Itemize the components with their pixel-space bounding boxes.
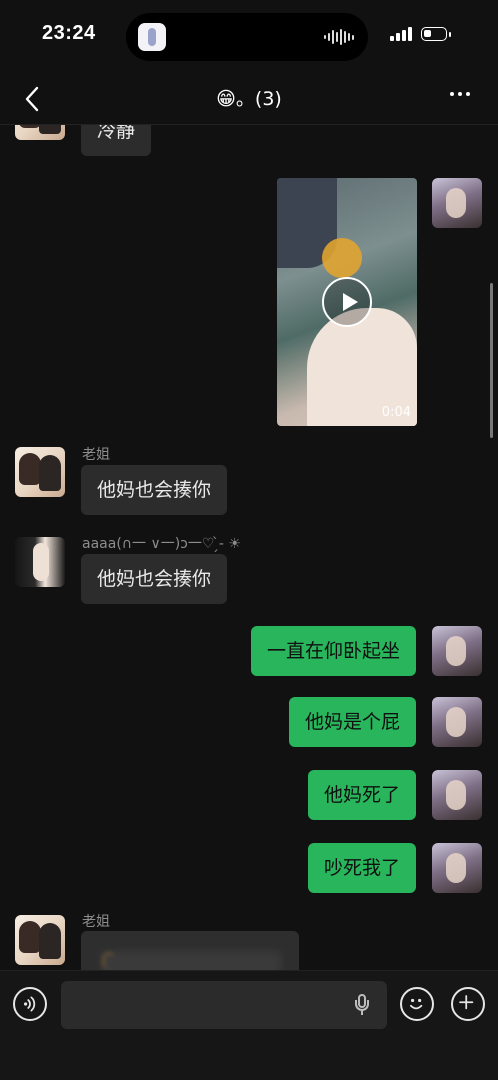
mic-icon[interactable] — [355, 994, 369, 1016]
message-bubble-outgoing[interactable]: 吵死我了 — [307, 843, 416, 893]
sender-name: 老姐 — [82, 447, 110, 463]
avatar-sister[interactable] — [15, 125, 65, 140]
status-time: 23:24 — [42, 22, 96, 44]
message-bubble-outgoing[interactable]: 一直在仰卧起坐 — [250, 626, 416, 676]
avatar-sister[interactable] — [15, 447, 65, 497]
video-message[interactable]: 0:04 — [277, 178, 417, 426]
play-icon[interactable] — [322, 277, 372, 327]
blurred-message[interactable] — [81, 931, 299, 970]
voice-icon[interactable] — [13, 987, 47, 1021]
message-bubble-outgoing[interactable]: 他妈是个屁 — [288, 697, 416, 747]
avatar-aaaa[interactable] — [15, 537, 65, 587]
avatar-me[interactable] — [432, 178, 482, 228]
plus-icon[interactable] — [451, 987, 485, 1021]
emoji-icon[interactable] — [400, 987, 434, 1021]
more-icon[interactable] — [450, 92, 470, 96]
video-duration: 0:04 — [381, 405, 411, 420]
message-input[interactable] — [61, 981, 387, 1029]
avatar-me[interactable] — [432, 843, 482, 893]
message-bubble[interactable]: 冷静 — [81, 125, 152, 156]
message-bubble[interactable]: 他妈也会揍你 — [81, 465, 228, 515]
sender-name: 老姐 — [82, 914, 110, 930]
sender-name: aaaa(∩一 ∨一)ɔ一♡ ̗̀- ☀︎ — [82, 536, 241, 552]
audio-wave-icon — [324, 29, 354, 45]
avatar-sister[interactable] — [15, 915, 65, 965]
avatar-me[interactable] — [432, 626, 482, 676]
message-list[interactable]: 冷静 0:04 老姐 他妈也会揍你 aaaa(∩一 ∨一)ɔ一♡ ̗̀- ☀︎ … — [0, 125, 498, 970]
input-bar — [0, 970, 498, 1080]
live-activity-app-icon — [138, 23, 166, 51]
battery-tip — [449, 32, 451, 37]
avatar-me[interactable] — [432, 697, 482, 747]
message-bubble[interactable]: 他妈也会揍你 — [81, 554, 228, 604]
avatar-me[interactable] — [432, 770, 482, 820]
scrollbar[interactable] — [490, 283, 493, 438]
battery-icon — [421, 27, 447, 41]
cellular-signal-icon — [390, 27, 412, 41]
chat-title: 😁。(3) — [216, 88, 282, 110]
dynamic-island — [126, 13, 368, 61]
message-bubble-outgoing[interactable]: 他妈死了 — [307, 770, 416, 820]
